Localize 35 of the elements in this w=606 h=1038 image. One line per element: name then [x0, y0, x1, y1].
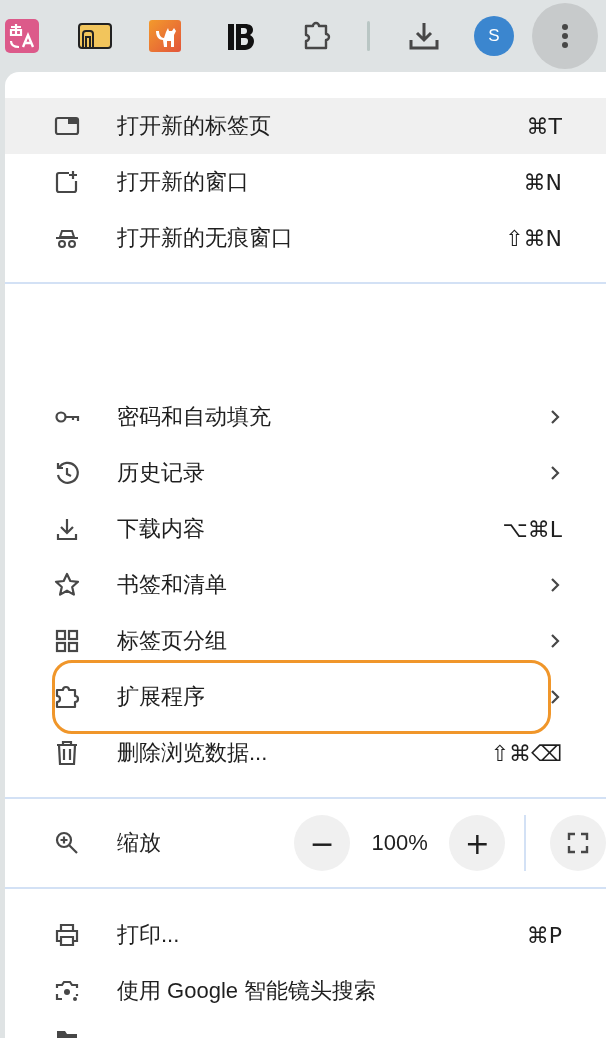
menu-item[interactable]: 标签页分组: [5, 613, 606, 669]
menu-item-label: 打开新的无痕窗口: [117, 224, 293, 252]
menu-item[interactable]: 密码和自动填充: [5, 389, 606, 445]
menu-item-label: 打印...: [117, 921, 180, 949]
menu-item-label: 密码和自动填充: [117, 403, 271, 431]
profile-avatar[interactable]: S: [474, 16, 514, 56]
menu-item-label: 历史记录: [117, 459, 205, 487]
zoom-value: 100%: [370, 830, 429, 856]
menu-item[interactable]: 删除浏览数据... ⇧⌘⌫: [5, 725, 606, 781]
menu-item[interactable]: 使用 Google 智能镜头搜索: [5, 963, 606, 1019]
zoom-in-button[interactable]: +: [449, 815, 506, 871]
menu-item-label: 删除浏览数据...: [117, 739, 268, 767]
menu-item[interactable]: 打开新的标签页 ⌘T: [5, 98, 606, 154]
menu-item-label: 书签和清单: [117, 571, 227, 599]
menu-item[interactable]: 扩展程序: [5, 669, 606, 725]
shortcut-text: ⌥⌘L: [502, 516, 562, 542]
menu-item-label: 标签页分组: [117, 627, 227, 655]
zoom-out-button[interactable]: −: [294, 815, 350, 871]
menu-item[interactable]: 下载内容 ⌥⌘L: [5, 501, 606, 557]
menu-item[interactable]: 打开新的无痕窗口 ⇧⌘N: [5, 210, 606, 266]
menu-item[interactable]: 历史记录: [5, 445, 606, 501]
shortcut-text: ⌘T: [526, 113, 562, 139]
menu-item-label: 打开新的标签页: [117, 112, 271, 140]
shortcut-text: ⌘N: [523, 169, 562, 195]
menu-item[interactable]: 打印... ⌘P: [5, 907, 606, 963]
shortcut-text: ⇧⌘N: [505, 225, 562, 251]
menu-item-label: 打开新的窗口: [117, 168, 249, 196]
zoom-label: 缩放: [117, 829, 161, 857]
menu-item-label: 下载内容: [117, 515, 205, 543]
menu-item[interactable]: 书签和清单: [5, 557, 606, 613]
menu-item-label: 使用 Google 智能镜头搜索: [117, 977, 377, 1005]
shortcut-text: ⌘P: [526, 922, 562, 948]
shortcut-text: ⇧⌘⌫: [490, 740, 562, 766]
menu-item-label: 扩展程序: [117, 683, 205, 711]
menu-item[interactable]: 打开新的窗口 ⌘N: [5, 154, 606, 210]
